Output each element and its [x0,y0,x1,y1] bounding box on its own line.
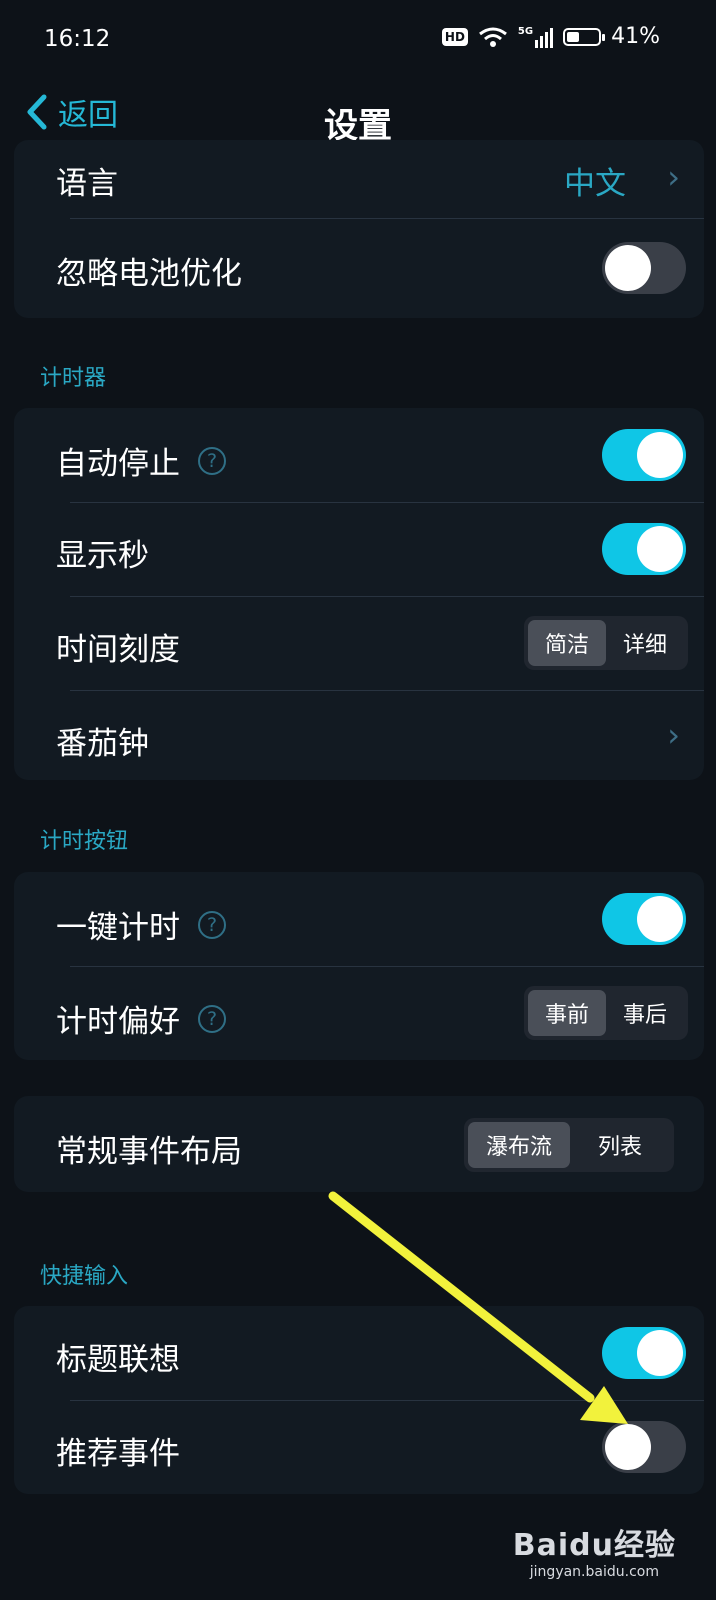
recommend-row: 推荐事件 [14,1400,704,1494]
network-type: 5G [517,25,534,37]
pomodoro-row[interactable]: 番茄钟 › [14,690,704,780]
help-icon[interactable]: ? [198,910,226,939]
signal-icon: 5G [517,25,554,48]
baidu-watermark: Baidu经验 jingyan.baidu.com [513,1520,676,1580]
time-scale-row: 时间刻度 简洁 详细 [14,596,704,690]
preference-segmented: 事前 事后 [524,986,688,1040]
recommend-toggle[interactable] [602,1421,686,1473]
time-scale-option-detailed[interactable]: 详细 [606,620,684,666]
event-layout-segmented: 瀑布流 列表 [464,1118,674,1172]
chevron-right-icon: › [667,158,680,196]
auto-stop-label-group: 自动停止 ? [56,438,226,483]
one-key-label: 一键计时 [56,910,180,946]
divider [70,218,704,219]
quick-input-card: 标题联想 推荐事件 [14,1306,704,1494]
event-layout-option-list[interactable]: 列表 [570,1122,670,1168]
preference-label: 计时偏好 [56,1004,180,1040]
section-title-quick-input: 快捷输入 [40,1264,129,1289]
one-key-row: 一键计时 ? [14,872,704,966]
time-scale-option-concise[interactable]: 简洁 [528,620,606,666]
watermark-url: jingyan.baidu.com [529,1564,659,1580]
auto-stop-label: 自动停止 [56,446,180,482]
ignore-battery-row: 忽略电池优化 [14,220,704,318]
event-layout-row: 常规事件布局 瀑布流 列表 [14,1096,704,1192]
section-title-timer: 计时器 [40,366,107,391]
pomodoro-label: 番茄钟 [56,726,149,762]
status-icons: HD 5G 41% [441,24,660,49]
help-icon[interactable]: ? [198,1004,226,1033]
time-scale-label: 时间刻度 [56,632,180,668]
help-icon[interactable]: ? [198,446,226,475]
event-layout-option-waterfall[interactable]: 瀑布流 [468,1122,570,1168]
time-scale-segmented: 简洁 详细 [524,616,688,670]
wifi-icon [479,27,507,47]
section-title-timer-button: 计时按钮 [40,829,129,854]
hd-icon: HD [441,27,468,46]
status-bar: 16:12 HD 5G 41% [0,0,716,80]
preference-row: 计时偏好 ? 事前 事后 [14,966,704,1060]
language-row[interactable]: 语言 中文 › [14,140,704,220]
timer-button-card: 一键计时 ? 计时偏好 ? 事前 事后 [14,872,704,1060]
language-value: 中文 [564,166,626,202]
title-suggest-toggle[interactable] [602,1327,686,1379]
one-key-label-group: 一键计时 ? [56,902,226,947]
layout-card: 常规事件布局 瀑布流 列表 [14,1096,704,1192]
auto-stop-row: 自动停止 ? [14,408,704,502]
auto-stop-toggle[interactable] [602,429,686,481]
timer-card: 自动停止 ? 显示秒 时间刻度 简洁 详细 番茄钟 › [14,408,704,780]
chevron-right-icon: › [667,716,680,754]
show-seconds-toggle[interactable] [602,523,686,575]
one-key-toggle[interactable] [602,893,686,945]
ignore-battery-toggle[interactable] [602,242,686,294]
watermark-brand: Baidu经验 [512,1528,676,1563]
event-layout-label: 常规事件布局 [56,1134,242,1170]
recommend-label: 推荐事件 [56,1436,180,1472]
preference-option-before[interactable]: 事前 [528,990,606,1036]
show-seconds-row: 显示秒 [14,502,704,596]
language-label: 语言 [56,166,118,202]
battery-percent: 41% [611,24,660,49]
show-seconds-label: 显示秒 [56,538,149,574]
preference-label-group: 计时偏好 ? [56,996,226,1041]
battery-icon [563,27,606,46]
title-suggest-label: 标题联想 [56,1342,180,1378]
title-suggest-row: 标题联想 [14,1306,704,1400]
general-card: 语言 中文 › 忽略电池优化 [14,140,704,318]
preference-option-after[interactable]: 事后 [606,990,684,1036]
status-time: 16:12 [44,26,111,52]
ignore-battery-label: 忽略电池优化 [56,256,242,292]
